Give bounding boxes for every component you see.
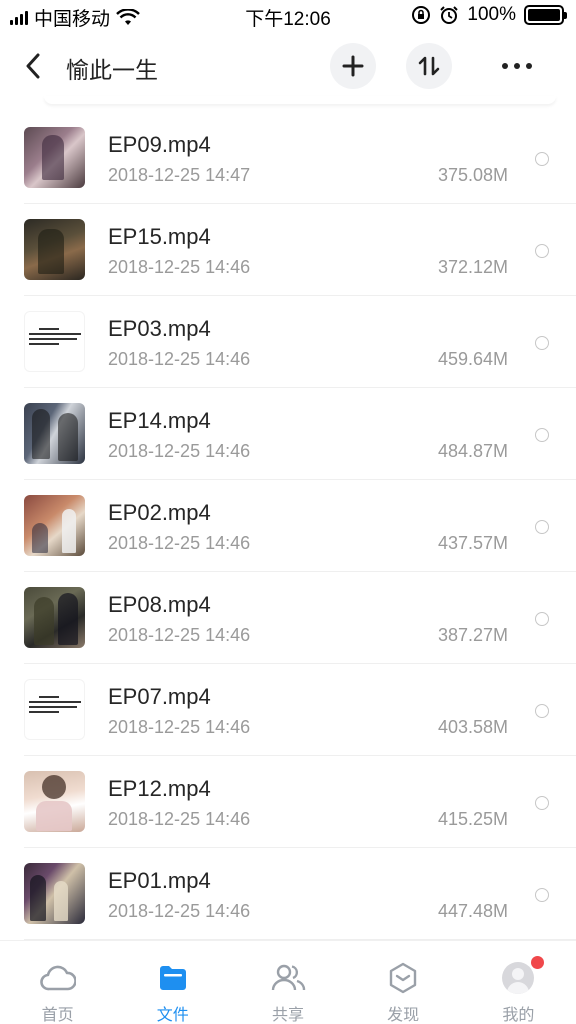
file-name: EP02.mp4 — [108, 500, 211, 525]
tab-label: 首页 — [41, 1007, 74, 1024]
file-name: EP08.mp4 — [108, 592, 211, 617]
file-name: EP09.mp4 — [108, 132, 211, 157]
tab-files[interactable]: 文件 — [115, 941, 230, 1024]
battery-percent: 100% — [467, 4, 516, 25]
select-checkbox[interactable] — [535, 428, 549, 442]
select-checkbox[interactable] — [535, 796, 549, 810]
tab-share[interactable]: 共享 — [230, 941, 345, 1024]
video-thumbnail — [24, 311, 85, 372]
file-date: 2018-12-25 14:46 — [108, 257, 251, 277]
video-thumbnail — [24, 403, 85, 464]
file-row[interactable]: EP01.mp4 2018-12-25 14:46 447.48M — [0, 848, 576, 940]
file-date: 2018-12-25 14:46 — [108, 533, 251, 553]
file-name: EP03.mp4 — [108, 316, 211, 341]
back-icon — [26, 53, 40, 79]
cloud-icon — [38, 959, 78, 997]
tab-bar: 首页 文件 共享 发现 我的 — [0, 940, 576, 1024]
select-checkbox[interactable] — [535, 520, 549, 534]
file-row[interactable]: EP03.mp4 2018-12-25 14:46 459.64M — [0, 296, 576, 388]
notification-badge — [530, 956, 544, 969]
file-date: 2018-12-25 14:47 — [108, 165, 251, 185]
select-checkbox[interactable] — [535, 152, 549, 166]
video-thumbnail — [24, 771, 85, 832]
add-button[interactable] — [330, 43, 376, 89]
file-date: 2018-12-25 14:46 — [108, 901, 251, 921]
tab-label: 共享 — [271, 1007, 304, 1024]
tab-discover[interactable]: 发现 — [346, 941, 461, 1024]
more-icon — [502, 63, 532, 69]
back-button[interactable] — [18, 48, 48, 84]
file-size: 372.12M — [437, 257, 508, 277]
file-row[interactable]: EP14.mp4 2018-12-25 14:46 484.87M — [0, 388, 576, 480]
file-list: EP09.mp4 2018-12-25 14:47 375.08M EP15.m… — [0, 112, 576, 940]
file-name: EP12.mp4 — [108, 776, 211, 801]
select-checkbox[interactable] — [535, 612, 549, 626]
people-icon — [268, 959, 308, 997]
sort-icon — [418, 56, 440, 76]
tab-label: 文件 — [156, 1007, 189, 1024]
more-button[interactable] — [494, 43, 540, 89]
tab-home[interactable]: 首页 — [0, 941, 115, 1024]
file-size: 459.64M — [437, 349, 508, 369]
file-name: EP15.mp4 — [108, 224, 211, 249]
file-row[interactable]: EP12.mp4 2018-12-25 14:46 415.25M — [0, 756, 576, 848]
page-title: 愉此一生 — [66, 57, 158, 83]
select-checkbox[interactable] — [535, 244, 549, 258]
nav-bar: 愉此一生 — [0, 34, 576, 98]
add-icon — [342, 55, 364, 77]
header-divider — [44, 96, 556, 104]
file-name: EP07.mp4 — [108, 684, 211, 709]
file-size: 447.48M — [437, 901, 508, 921]
status-right: 100% — [411, 4, 567, 26]
orientation-lock-icon — [412, 6, 431, 24]
sort-button[interactable] — [406, 43, 452, 89]
file-name: EP14.mp4 — [108, 408, 211, 433]
file-date: 2018-12-25 14:46 — [108, 625, 251, 645]
file-date: 2018-12-25 14:46 — [108, 441, 251, 461]
file-date: 2018-12-25 14:46 — [108, 717, 251, 737]
video-thumbnail — [24, 127, 85, 188]
discover-icon — [383, 959, 423, 997]
file-date: 2018-12-25 14:46 — [108, 809, 251, 829]
file-size: 484.87M — [437, 441, 508, 461]
select-checkbox[interactable] — [535, 888, 549, 902]
alarm-icon — [440, 6, 459, 24]
file-size: 415.25M — [437, 809, 508, 829]
video-thumbnail — [24, 219, 85, 280]
select-checkbox[interactable] — [535, 704, 549, 718]
file-date: 2018-12-25 14:46 — [108, 349, 251, 369]
file-size: 403.58M — [437, 717, 508, 737]
video-thumbnail — [24, 495, 85, 556]
file-row[interactable]: EP08.mp4 2018-12-25 14:46 387.27M — [0, 572, 576, 664]
file-row[interactable]: EP07.mp4 2018-12-25 14:46 403.58M — [0, 664, 576, 756]
file-row[interactable]: EP02.mp4 2018-12-25 14:46 437.57M — [0, 480, 576, 572]
file-row[interactable]: EP09.mp4 2018-12-25 14:47 375.08M — [0, 112, 576, 204]
folder-icon — [153, 959, 193, 997]
file-size: 387.27M — [437, 625, 508, 645]
tab-label: 发现 — [387, 1007, 420, 1024]
tab-me[interactable]: 我的 — [461, 941, 576, 1024]
tab-label: 我的 — [502, 1007, 535, 1024]
status-bar: 中国移动 下午12:06 100% — [0, 0, 576, 34]
file-name: EP01.mp4 — [108, 868, 211, 893]
file-size: 437.57M — [437, 533, 508, 553]
file-size: 375.08M — [437, 165, 508, 185]
video-thumbnail — [24, 679, 85, 740]
video-thumbnail — [24, 587, 85, 648]
battery-icon — [524, 5, 567, 25]
file-row[interactable]: EP15.mp4 2018-12-25 14:46 372.12M — [0, 204, 576, 296]
video-thumbnail — [24, 863, 85, 924]
select-checkbox[interactable] — [535, 336, 549, 350]
